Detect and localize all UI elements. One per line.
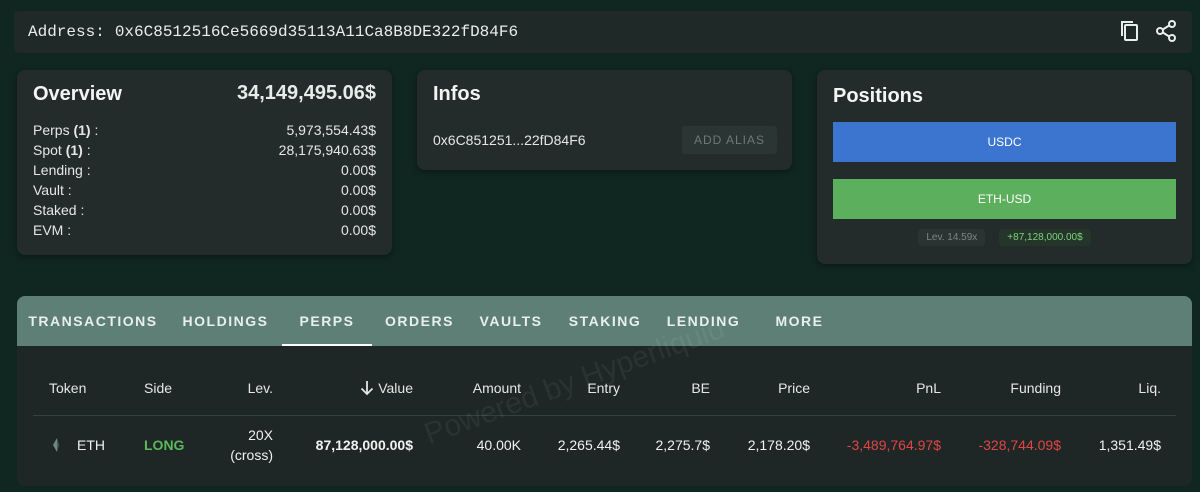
overview-row-value: 28,175,940.63$ (278, 142, 376, 158)
overview-total: 34,149,495.06$ (236, 82, 376, 104)
column-header-price[interactable]: Price (730, 360, 810, 416)
copy-icon[interactable] (1118, 19, 1142, 43)
infos-card: Infos 0x6C851251...22fD84F6 ADD ALIAS (417, 70, 792, 170)
address-value[interactable]: 0x6C8512516Ce5669d35113A11Ca8B8DE322fD84… (115, 23, 518, 41)
column-header-value[interactable]: Value (323, 360, 413, 416)
arrow-down-icon (361, 381, 374, 396)
column-header-funding[interactable]: Funding (961, 360, 1061, 416)
positions-title: Positions (833, 85, 924, 107)
cell-pnl: -3,489,764.97$ (846, 437, 941, 453)
column-header-be[interactable]: BE (650, 360, 710, 416)
tab-orders[interactable]: ORDERS (372, 296, 467, 346)
cell-side: LONG (144, 437, 185, 453)
overview-row-value: 0.00$ (340, 182, 376, 198)
overview-row-spot: Spot (1) : 28,175,940.63$ (33, 140, 376, 160)
address-label: Address: (28, 23, 105, 41)
table-row[interactable]: ETH LONG 20X (cross) 87,128,000.00$ 40.0… (33, 416, 1176, 474)
perps-table: Token Side Lev. Value Amount Entry BE Pr… (33, 360, 1176, 474)
overview-row-value: 0.00$ (340, 222, 376, 238)
overview-row-label: Lending : (33, 162, 91, 178)
overview-row-label: Perps (1) : (33, 122, 99, 138)
address-actions (1118, 19, 1178, 43)
positions-card: Positions USDC ETH-USD Lev. 14.59x +87,1… (817, 70, 1192, 264)
tab-staking[interactable]: STAKING (555, 296, 655, 346)
overview-card: Overview 34,149,495.06$ Perps (1) : 5,97… (17, 70, 392, 255)
cell-lev-value: 20X (248, 427, 273, 443)
tab-holdings[interactable]: HOLDINGS (169, 296, 282, 346)
tab-lending[interactable]: LENDING (655, 296, 752, 346)
add-alias-button[interactable]: ADD ALIAS (682, 126, 777, 154)
cell-price: 2,178.20$ (747, 437, 810, 453)
column-header-lev[interactable]: Lev. (213, 360, 273, 416)
perps-panel: TRANSACTIONS HOLDINGS PERPS ORDERS VAULT… (17, 296, 1192, 486)
cell-be: 2,275.7$ (655, 437, 711, 453)
overview-row-vault: Vault : 0.00$ (33, 180, 376, 200)
cell-token: ETH (77, 437, 105, 453)
tab-transactions[interactable]: TRANSACTIONS (17, 296, 169, 346)
column-header-liq[interactable]: Liq. (1091, 360, 1161, 416)
infos-title: Infos (433, 83, 481, 105)
overview-row-value: 0.00$ (340, 202, 376, 218)
column-header-token[interactable]: Token (49, 360, 86, 416)
cell-lev-mode: (cross) (230, 447, 273, 463)
infos-short-address: 0x6C851251...22fD84F6 (433, 132, 586, 148)
column-header-amount[interactable]: Amount (441, 360, 521, 416)
cell-liq: 1,351.49$ (1098, 437, 1161, 453)
overview-row-value: 0.00$ (340, 162, 376, 178)
overview-row-perps: Perps (1) : 5,973,554.43$ (33, 120, 376, 140)
column-header-entry[interactable]: Entry (541, 360, 620, 416)
address-bar: Address: 0x6C8512516Ce5669d35113A11Ca8B8… (14, 11, 1192, 53)
tab-bar: TRANSACTIONS HOLDINGS PERPS ORDERS VAULT… (17, 296, 1192, 346)
leverage-tag: Lev. 14.59x (918, 229, 986, 246)
table-header: Token Side Lev. Value Amount Entry BE Pr… (33, 360, 1176, 416)
overview-title: Overview (33, 83, 122, 105)
cell-funding: -328,744.09$ (978, 437, 1061, 453)
position-tags: Lev. 14.59x +87,128,000.00$ (817, 229, 1192, 246)
tab-more[interactable]: MORE (752, 296, 847, 346)
pnl-tag: +87,128,000.00$ (999, 229, 1091, 246)
position-bar-usdc[interactable]: USDC (833, 122, 1176, 162)
column-header-side[interactable]: Side (144, 360, 172, 416)
column-header-pnl[interactable]: PnL (861, 360, 941, 416)
overview-row-label: Spot (1) : (33, 142, 91, 158)
overview-rows: Perps (1) : 5,973,554.43$ Spot (1) : 28,… (33, 120, 376, 240)
overview-row-label: EVM : (33, 222, 72, 238)
tab-perps[interactable]: PERPS (282, 296, 372, 346)
token-logo-icon (53, 416, 61, 474)
cell-lev: 20X (cross) (213, 416, 273, 474)
overview-row-value: 5,973,554.43$ (286, 122, 376, 138)
page: Address: 0x6C8512516Ce5669d35113A11Ca8B8… (0, 0, 1200, 492)
tab-vaults[interactable]: VAULTS (467, 296, 555, 346)
overview-row-staked: Staked : 0.00$ (33, 200, 376, 220)
cell-entry: 2,265.44$ (557, 437, 620, 453)
share-icon[interactable] (1154, 19, 1178, 43)
overview-row-evm: EVM : 0.00$ (33, 220, 376, 240)
position-bar-eth-usd[interactable]: ETH-USD (833, 179, 1176, 219)
cell-amount: 40.00K (476, 437, 521, 453)
overview-row-lending: Lending : 0.00$ (33, 160, 376, 180)
overview-row-label: Staked : (33, 202, 85, 218)
cell-value: 87,128,000.00$ (315, 437, 413, 453)
overview-row-label: Vault : (33, 182, 72, 198)
